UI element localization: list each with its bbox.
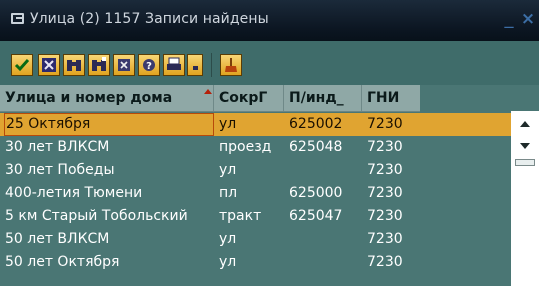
- cell-street: 5 км Старый Тобольский: [5, 208, 188, 224]
- cell-tax-office: 7230: [367, 162, 403, 178]
- cell-abbreviation: пл: [219, 185, 238, 201]
- column-header-street[interactable]: Улица и номер дома: [0, 85, 214, 111]
- checkmark-icon[interactable]: [11, 54, 33, 76]
- cell-street: 50 лет ВЛКСМ: [5, 231, 110, 247]
- scroll-up-icon[interactable]: [516, 117, 534, 131]
- table-header: Улица и номер дома СокрГ П/инд_ ГНИ: [0, 85, 420, 112]
- column-header-abbreviation[interactable]: СокрГ: [214, 85, 284, 111]
- dialog-window: Улица (2) 1157 Записи найдены _ × ? Улиц…: [0, 0, 539, 286]
- scroll-thumb[interactable]: [515, 159, 535, 166]
- cell-street: 25 Октября: [4, 113, 214, 136]
- window-icon: [11, 13, 24, 24]
- cell-tax-office: 7230: [367, 231, 403, 247]
- cell-street: 50 лет Октября: [5, 254, 120, 270]
- help-icon[interactable]: ?: [138, 54, 160, 76]
- toolbar-separator: [211, 53, 212, 77]
- broom-icon[interactable]: [220, 54, 242, 76]
- print-icon[interactable]: [163, 54, 185, 76]
- cell-postcode: [284, 228, 289, 251]
- sort-ascending-icon: [204, 89, 212, 94]
- vertical-scrollbar[interactable]: [511, 111, 539, 286]
- cell-postcode: [284, 159, 289, 182]
- cell-postcode: 625002: [289, 116, 343, 132]
- cell-tax-office: 7230: [367, 254, 403, 270]
- table-row[interactable]: 30 лет ВЛКСМ проезд 625048 7230: [0, 136, 511, 159]
- cell-street: 30 лет Победы: [5, 162, 115, 178]
- table-row[interactable]: 50 лет ВЛКСМ ул 7230: [0, 228, 511, 251]
- cell-abbreviation: ул: [219, 162, 237, 178]
- results-table: Улица и номер дома СокрГ П/инд_ ГНИ 25 О…: [0, 85, 511, 286]
- table-row[interactable]: 5 км Старый Тобольский тракт 625047 7230: [0, 205, 511, 228]
- sort-icon[interactable]: [113, 54, 135, 76]
- column-header-tax-office[interactable]: ГНИ: [362, 85, 420, 111]
- close-button[interactable]: ×: [519, 10, 537, 28]
- cell-postcode: 625000: [289, 185, 343, 201]
- scroll-down-icon[interactable]: [516, 139, 534, 153]
- window-title: Улица (2) 1157 Записи найдены: [30, 11, 269, 27]
- cancel-icon[interactable]: [38, 54, 60, 76]
- cell-abbreviation: ул: [219, 231, 237, 247]
- cell-abbreviation: тракт: [219, 208, 262, 224]
- cell-postcode: 625048: [289, 139, 343, 155]
- title-bar[interactable]: Улица (2) 1157 Записи найдены _ ×: [0, 0, 539, 41]
- table-row[interactable]: 25 Октября ул 625002 7230: [0, 113, 511, 136]
- cell-tax-office: 7230: [367, 139, 403, 155]
- cell-tax-office: 7230: [367, 185, 403, 201]
- cell-street: 400-летия Тюмени: [5, 185, 143, 201]
- cell-tax-office: 7230: [367, 208, 403, 224]
- column-header-postcode[interactable]: П/инд_: [284, 85, 362, 111]
- cell-tax-office: 7230: [367, 116, 403, 132]
- cell-street: 30 лет ВЛКСМ: [5, 139, 110, 155]
- cell-abbreviation: ул: [219, 116, 237, 132]
- print-options-icon[interactable]: [187, 54, 203, 76]
- table-row[interactable]: 30 лет Победы ул 7230: [0, 159, 511, 182]
- binoculars-icon[interactable]: [63, 54, 85, 76]
- svg-text:?: ?: [146, 61, 152, 72]
- minimize-button[interactable]: _: [500, 10, 518, 28]
- cell-postcode: 625047: [289, 208, 343, 224]
- cell-abbreviation: ул: [219, 254, 237, 270]
- toolbar: ?: [0, 41, 539, 85]
- table-row[interactable]: 50 лет Октября ул 7230: [0, 251, 511, 274]
- table-row[interactable]: 400-летия Тюмени пл 625000 7230: [0, 182, 511, 205]
- cell-postcode: [284, 251, 289, 274]
- find-next-icon[interactable]: [88, 54, 110, 76]
- cell-abbreviation: проезд: [219, 139, 272, 155]
